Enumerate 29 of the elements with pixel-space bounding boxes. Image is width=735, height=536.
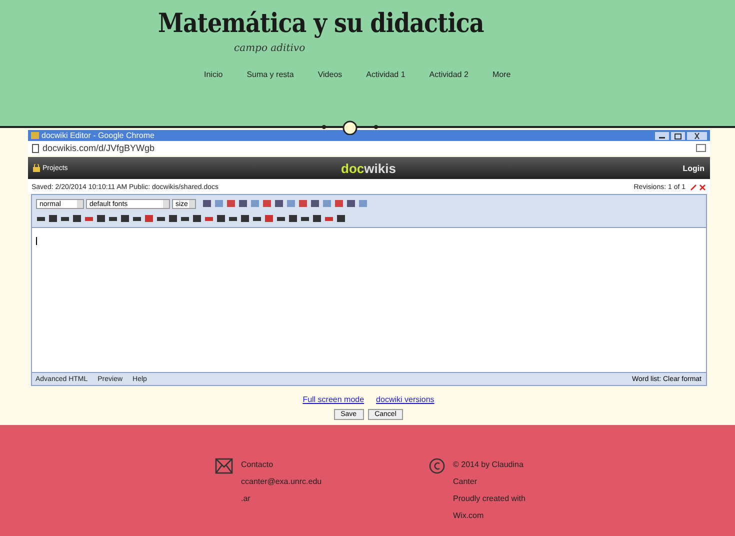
nav-link[interactable]: Actividad 2 <box>429 70 468 79</box>
login-link[interactable]: Login <box>594 164 704 172</box>
text-link[interactable]: docwiki versions <box>376 395 434 404</box>
contact-text: Contacto <box>241 460 274 470</box>
minimize-icon[interactable] <box>654 132 668 140</box>
maximize-icon[interactable] <box>670 132 684 140</box>
contact-text: ccanter@exa.unrc.edu <box>241 477 322 487</box>
nav-link[interactable]: Inicio <box>204 70 223 79</box>
credits-text: Proudly created with <box>453 494 526 504</box>
page-icon <box>32 144 38 152</box>
credits-text: Wix.com <box>453 511 485 521</box>
envelope-icon <box>215 458 233 474</box>
site-subtitle: campo aditivo <box>234 43 306 54</box>
nav-link[interactable]: Videos <box>318 70 342 79</box>
close-icon[interactable] <box>686 132 706 140</box>
credits-text: © 2014 by Claudina <box>453 460 524 470</box>
credits-text: Canter <box>453 477 478 487</box>
contact-text: .ar <box>241 494 252 504</box>
site-title: Matemática y su didactica <box>158 8 484 40</box>
nav-link[interactable]: More <box>492 70 511 79</box>
logo: docwikis <box>341 160 396 176</box>
nav-link[interactable]: Actividad 1 <box>366 70 406 79</box>
nav-link[interactable]: Suma y resta <box>246 70 294 79</box>
edit-icon[interactable] <box>690 184 706 191</box>
text-link[interactable]: Full screen mode <box>302 395 364 404</box>
lock-icon <box>32 164 40 172</box>
copyright-icon <box>429 458 445 474</box>
app-icon <box>30 132 38 139</box>
window-title: docwiki Editor - Google Chrome <box>42 130 156 141</box>
